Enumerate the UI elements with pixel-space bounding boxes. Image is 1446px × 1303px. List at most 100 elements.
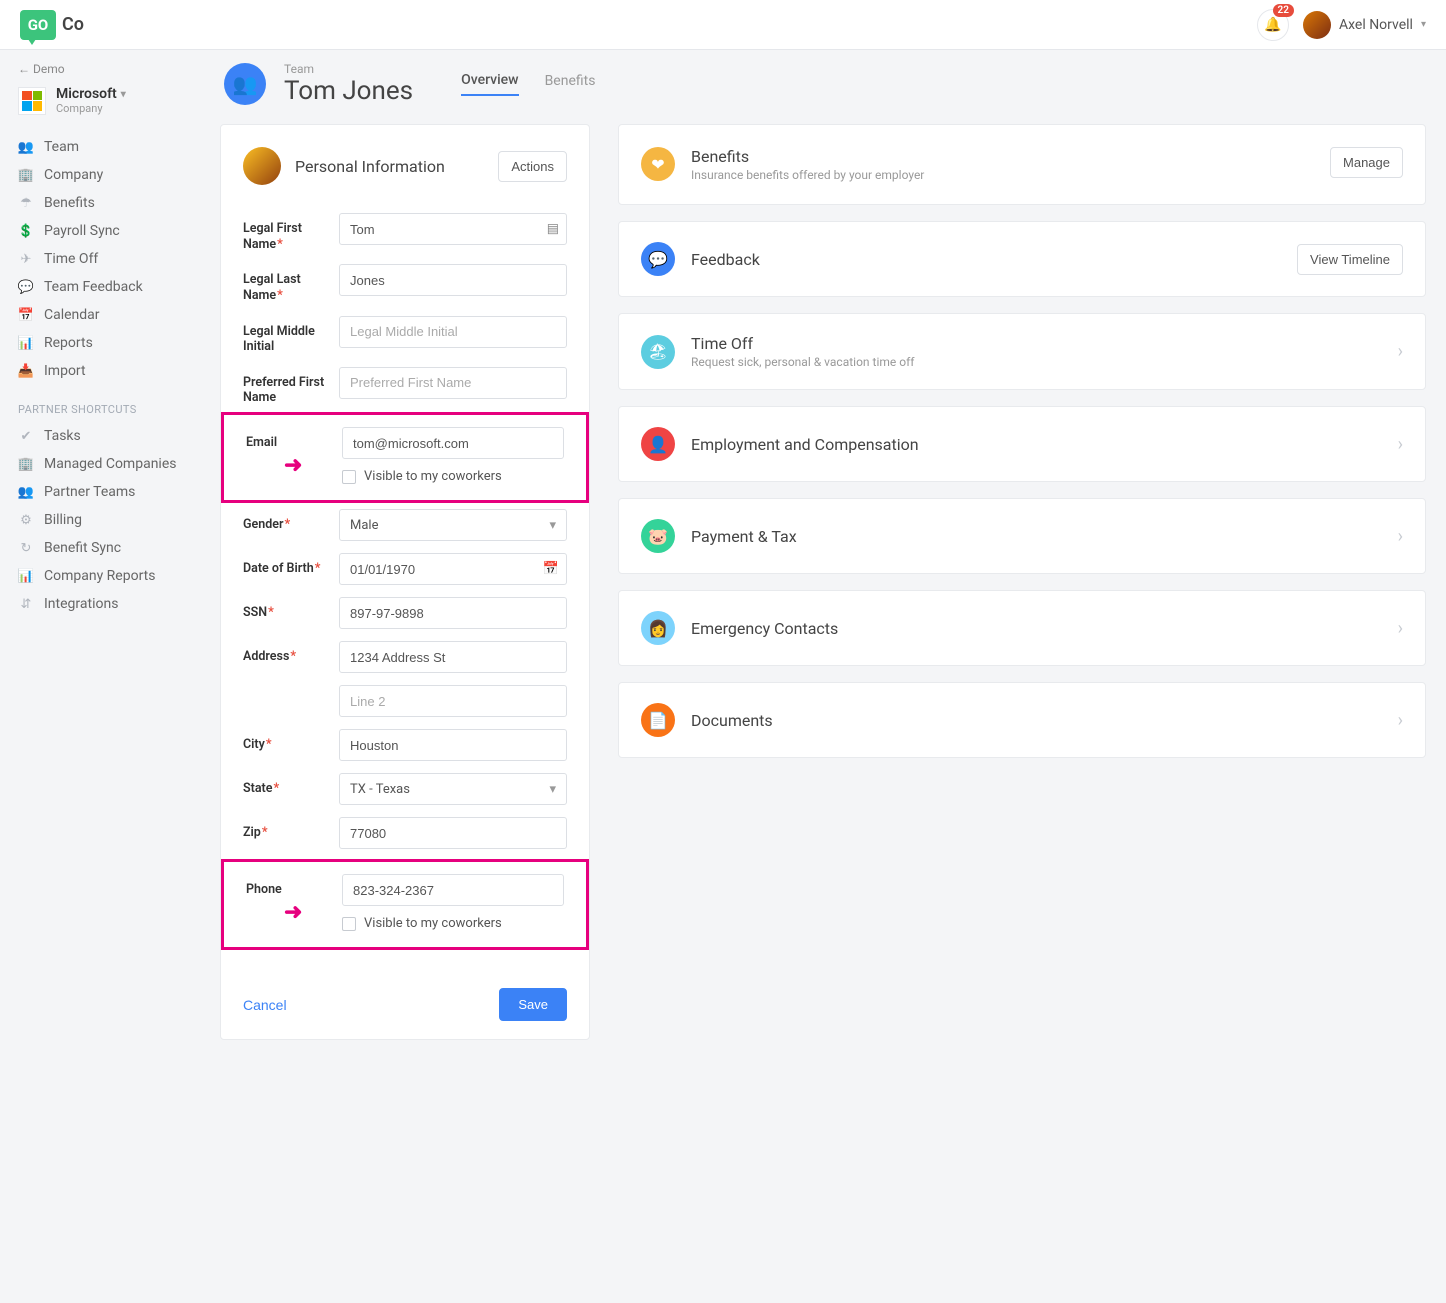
main-content: 👥 Team Tom Jones Overview Benefits Perso… (200, 50, 1446, 1303)
timeoff-card[interactable]: 🏖 Time Off Request sick, personal & vaca… (618, 313, 1426, 390)
manage-button[interactable]: Manage (1330, 147, 1403, 178)
sidebar-item-benefit-sync[interactable]: ↻Benefit Sync (18, 534, 192, 562)
sidebar-item-managed-companies[interactable]: 🏢Managed Companies (18, 450, 192, 478)
ssn-label: SSN* (243, 597, 329, 621)
document-icon: 📄 (641, 703, 675, 737)
sidebar-item-company-reports[interactable]: 📊Company Reports (18, 562, 192, 590)
page-title: Tom Jones (284, 76, 413, 106)
benefits-card: ❤ Benefits Insurance benefits offered by… (618, 124, 1426, 205)
back-link[interactable]: ← Demo (18, 62, 192, 76)
cancel-button[interactable]: Cancel (243, 997, 287, 1013)
phone-visible-checkbox[interactable] (342, 917, 356, 931)
sidebar-item-partner-teams[interactable]: 👥 Partner Teams (18, 478, 192, 506)
sidebar-item-timeoff[interactable]: ✈Time Off (18, 245, 192, 273)
avatar (1303, 11, 1331, 39)
phone-highlight: Phone Visible to my coworkers ➜ (221, 859, 589, 950)
gear-icon: ⚙ (18, 513, 34, 528)
chart-icon: 📊 (18, 569, 34, 584)
sidebar-item-team[interactable]: 👥 Team (18, 133, 192, 161)
dob-input[interactable] (339, 553, 567, 585)
save-button[interactable]: Save (499, 988, 567, 1021)
legal-first-name-label: Legal First Name* (243, 213, 329, 252)
phone-input[interactable] (342, 874, 564, 906)
logo-text: Co (62, 14, 84, 35)
ssn-input[interactable] (339, 597, 567, 629)
card-title: Time Off (691, 334, 1382, 353)
email-input[interactable] (342, 427, 564, 459)
sidebar-item-label: Tasks (44, 428, 81, 444)
sidebar-item-company[interactable]: 🏢Company (18, 161, 192, 189)
preferred-first-name-input[interactable] (339, 367, 567, 399)
user-menu[interactable]: Axel Norvell ▾ (1303, 11, 1426, 39)
card-title: Documents (691, 711, 1382, 730)
chevron-right-icon: › (1398, 526, 1403, 547)
sidebar-item-label: Import (44, 363, 86, 379)
sidebar-item-label: Team (44, 139, 79, 155)
app-header: GO Co 🔔 22 Axel Norvell ▾ (0, 0, 1446, 50)
dollar-icon: 💲 (18, 224, 34, 239)
phone-visible-label: Visible to my coworkers (364, 916, 502, 931)
arrow-icon: ➜ (284, 453, 302, 478)
notifications-button[interactable]: 🔔 22 (1257, 9, 1289, 41)
legal-first-name-input[interactable] (339, 213, 567, 245)
sidebar-item-label: Managed Companies (44, 456, 176, 472)
state-select[interactable]: TX - Texas▾ (339, 773, 567, 805)
card-title: Personal Information (295, 157, 484, 176)
heart-icon: ❤ (641, 147, 675, 181)
sidebar-item-import[interactable]: 📥Import (18, 357, 192, 385)
team-icon: 👥 (18, 485, 34, 500)
legal-last-name-input[interactable] (339, 264, 567, 296)
bell-icon: 🔔 (1264, 17, 1281, 33)
employment-card[interactable]: 👤 Employment and Compensation › (618, 406, 1426, 482)
sidebar-item-integrations[interactable]: ⇵Integrations (18, 590, 192, 618)
tab-benefits[interactable]: Benefits (545, 73, 596, 95)
email-visible-checkbox[interactable] (342, 470, 356, 484)
email-visible-label: Visible to my coworkers (364, 469, 502, 484)
address-line1-input[interactable] (339, 641, 567, 673)
sidebar-item-tasks[interactable]: ✔Tasks (18, 422, 192, 450)
avatar (243, 147, 281, 185)
card-title: Payment & Tax (691, 527, 1382, 546)
sidebar: ← Demo Microsoft▾ Company 👥 Team 🏢Company… (0, 50, 200, 1303)
sidebar-item-feedback[interactable]: 💬Team Feedback (18, 273, 192, 301)
chevron-down-icon: ▾ (549, 518, 556, 533)
card-title: Benefits (691, 147, 1314, 166)
company-selector[interactable]: Microsoft▾ Company (18, 86, 192, 115)
card-subtitle: Insurance benefits offered by your emplo… (691, 168, 1314, 182)
legal-last-name-label: Legal Last Name* (243, 264, 329, 303)
gender-select[interactable]: Male▾ (339, 509, 567, 541)
view-timeline-button[interactable]: View Timeline (1297, 244, 1403, 275)
sidebar-item-calendar[interactable]: 📅Calendar (18, 301, 192, 329)
contact-icon: ▤ (547, 222, 559, 237)
actions-button[interactable]: Actions (498, 151, 567, 182)
arrow-icon: ➜ (284, 900, 302, 925)
chevron-down-icon: ▾ (1421, 19, 1426, 30)
sidebar-item-payroll[interactable]: 💲Payroll Sync (18, 217, 192, 245)
person-icon: 👤 (641, 427, 675, 461)
sidebar-item-billing[interactable]: ⚙ Billing (18, 506, 192, 534)
feedback-card: 💬 Feedback View Timeline (618, 221, 1426, 297)
sidebar-item-label: Reports (44, 335, 93, 351)
sidebar-item-benefits[interactable]: ☂Benefits (18, 189, 192, 217)
logo[interactable]: GO Co (20, 10, 84, 40)
zip-input[interactable] (339, 817, 567, 849)
sidebar-item-label: Partner Teams (44, 484, 135, 500)
sidebar-item-label: Billing (44, 512, 82, 528)
sync-icon: ↻ (18, 541, 34, 556)
city-label: City* (243, 729, 329, 753)
beach-icon: 🏖 (641, 335, 675, 369)
calendar-icon[interactable]: 📅 (543, 562, 559, 577)
payment-tax-card[interactable]: 🐷 Payment & Tax › (618, 498, 1426, 574)
company-sub: Company (56, 102, 126, 115)
legal-middle-initial-input[interactable] (339, 316, 567, 348)
address-line2-input[interactable] (339, 685, 567, 717)
tab-overview[interactable]: Overview (461, 72, 518, 96)
emergency-contacts-card[interactable]: 👩 Emergency Contacts › (618, 590, 1426, 666)
legal-middle-initial-label: Legal Middle Initial (243, 316, 329, 355)
city-input[interactable] (339, 729, 567, 761)
documents-card[interactable]: 📄 Documents › (618, 682, 1426, 758)
team-icon: 👥 (18, 140, 34, 155)
email-highlight: Email Visible to my coworkers ➜ (221, 412, 589, 503)
personal-info-card: Personal Information Actions Legal First… (220, 124, 590, 1040)
sidebar-item-reports[interactable]: 📊Reports (18, 329, 192, 357)
